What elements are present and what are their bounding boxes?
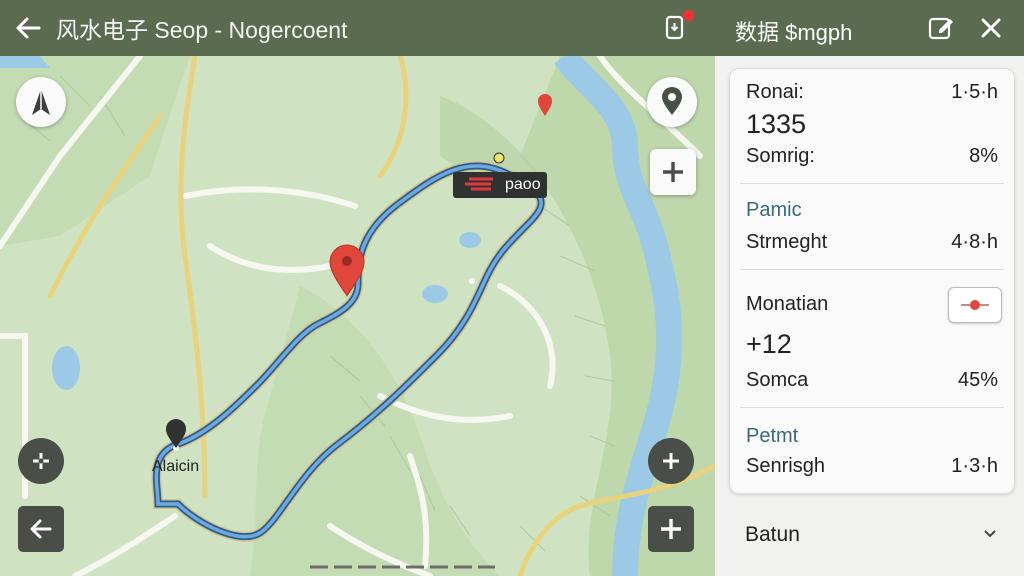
- stat-row: Senrisgh 1·3·h: [746, 455, 998, 478]
- stat-value: 1·3·h: [951, 455, 998, 477]
- section-title: Petmt: [746, 425, 799, 447]
- waypoint-tag-label: paoo: [505, 176, 541, 193]
- notification-dot: [683, 10, 694, 21]
- arrow-left-icon: [30, 519, 52, 539]
- my-location-button[interactable]: [647, 77, 697, 127]
- arrow-left-icon: [16, 17, 41, 39]
- stat-label: Senrisgh: [746, 455, 825, 477]
- stat-row: Strmeght 4·8·h: [746, 231, 998, 254]
- plus-icon: [663, 453, 679, 469]
- add-waypoint-button[interactable]: [648, 506, 694, 552]
- flag-icon: [465, 177, 493, 191]
- stat-label: Somca: [746, 369, 809, 391]
- stat-value: 8%: [969, 145, 998, 167]
- edit-icon: [928, 17, 953, 40]
- compass-button[interactable]: [16, 77, 66, 127]
- map-view[interactable]: paoo Alaicin: [0, 56, 715, 576]
- divider: [740, 183, 1004, 184]
- stats-panel: Ronai: 1·5·h 1335 Somrig: 8% Pamic Strme…: [715, 56, 1024, 576]
- divider: [740, 269, 1004, 270]
- stat-big-value: +12: [746, 329, 792, 359]
- right-zoom-button[interactable]: [648, 438, 694, 484]
- back-map-button[interactable]: [18, 506, 64, 552]
- stat-big-value: 1335: [746, 109, 807, 139]
- edit-button[interactable]: [927, 14, 955, 42]
- plus-icon: [661, 519, 681, 539]
- plus-icon: [663, 162, 683, 182]
- footer-dropdown[interactable]: Batun: [715, 508, 1024, 576]
- map-header: 风水电子 Seop - Nogercoent: [0, 0, 715, 56]
- compass-icon: [32, 89, 50, 115]
- waypoint-tag[interactable]: paoo: [453, 172, 547, 198]
- back-button[interactable]: [0, 0, 56, 56]
- panel-title: 数据 $mgph: [735, 20, 853, 45]
- stat-label: Somrig:: [746, 145, 815, 167]
- panel-header: 数据 $mgph: [715, 0, 1024, 56]
- stat-row: Ronai: 1·5·h: [746, 81, 998, 104]
- stat-value: 4·8·h: [951, 231, 998, 253]
- footer-label: Batun: [745, 523, 800, 546]
- divider: [740, 407, 1004, 408]
- plus-icon: [33, 453, 49, 469]
- close-button[interactable]: [977, 14, 1005, 42]
- section-title: Pamic: [746, 199, 802, 221]
- page-title: 风水电子 Seop - Nogercoent: [56, 17, 348, 43]
- stats-card: Ronai: 1·5·h 1335 Somrig: 8% Pamic Strme…: [729, 68, 1015, 494]
- slider-icon: [961, 300, 989, 310]
- stat-row: Somrig: 8%: [746, 145, 998, 168]
- start-label: Alaicin: [152, 458, 200, 475]
- close-icon: [981, 18, 1001, 38]
- stat-row: Somca 45%: [746, 369, 998, 392]
- chevron-down-icon: [984, 530, 996, 538]
- location-marker-icon: [662, 87, 682, 115]
- zoom-in-button[interactable]: [650, 149, 696, 195]
- stat-value: 45%: [957, 369, 998, 391]
- left-zoom-button[interactable]: [18, 438, 64, 484]
- map-canvas: [0, 56, 715, 576]
- slider-toggle[interactable]: [948, 287, 1002, 323]
- stat-label: Strmeght: [746, 231, 828, 253]
- stat-label: Ronai:: [746, 81, 804, 103]
- stat-value: 1·5·h: [951, 81, 998, 103]
